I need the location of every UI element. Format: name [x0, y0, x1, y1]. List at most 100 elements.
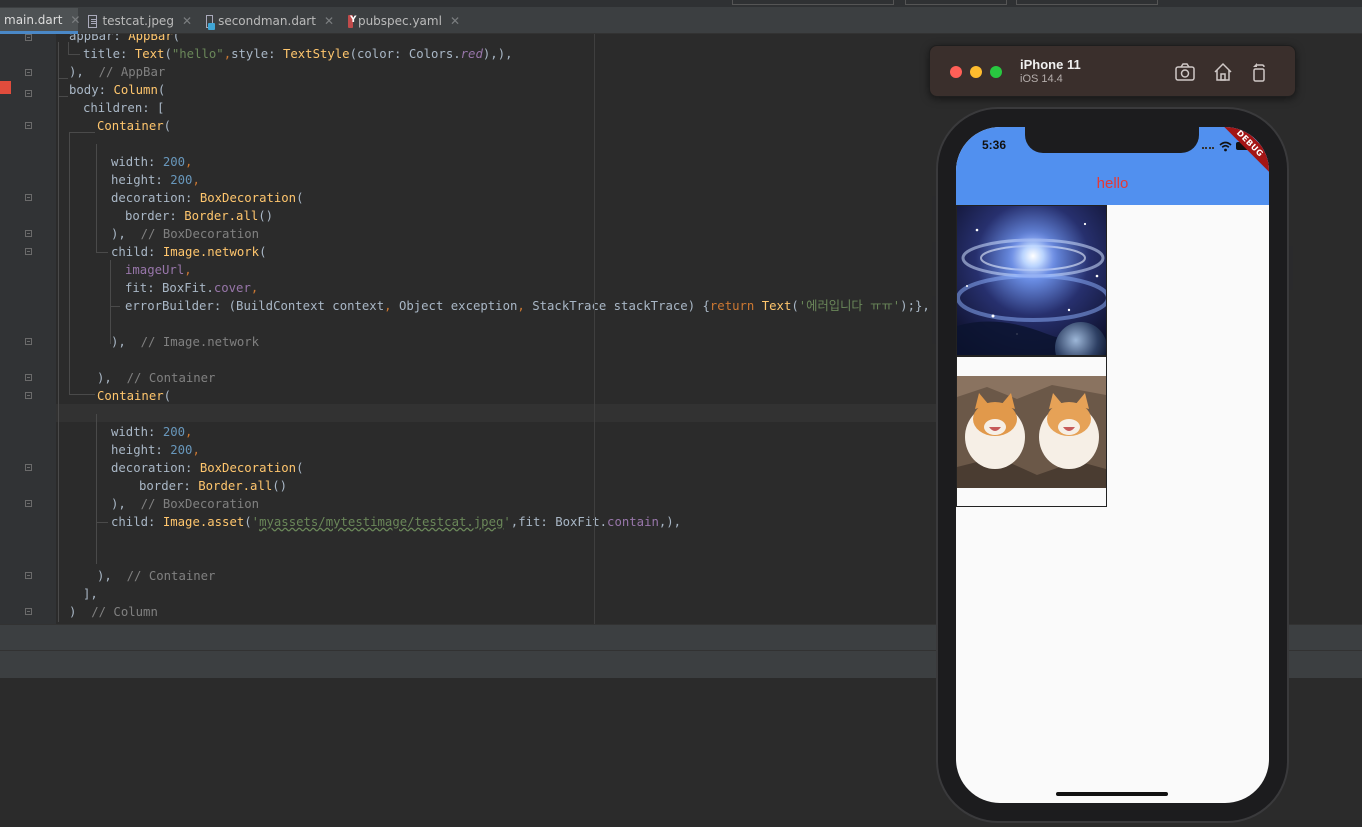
galaxy-image: [957, 206, 1106, 355]
indent-guide: [110, 306, 120, 307]
volume-up-button: [932, 242, 936, 290]
dart-file-icon: [206, 14, 216, 30]
indent-guide: [96, 252, 108, 253]
tab-label: secondman.dart: [218, 14, 316, 28]
wifi-icon: [1219, 141, 1232, 152]
indent-guide: [69, 132, 95, 133]
code-line: ), // Image.network: [111, 335, 260, 349]
phone-screen[interactable]: 5:36 hello DEBUG: [956, 127, 1269, 803]
code-line: decoration: BoxDecoration(: [111, 461, 304, 475]
code-line: ) // Column: [69, 605, 158, 619]
code-line: ],: [83, 587, 98, 601]
volume-down-button: [932, 296, 936, 344]
indent-guide: [69, 132, 70, 394]
screenshot-icon[interactable]: [1174, 61, 1196, 83]
indent-guide: [58, 96, 68, 97]
fold-icon[interactable]: [25, 608, 32, 615]
fold-icon[interactable]: [25, 338, 32, 345]
code-line: fit: BoxFit.cover,: [125, 281, 259, 295]
code-line: ), // BoxDecoration: [111, 497, 260, 511]
tab-secondman-dart[interactable]: secondman.dart ✕: [202, 8, 338, 34]
home-icon[interactable]: [1212, 61, 1234, 83]
window-close-button[interactable]: [950, 66, 962, 78]
code-line: imageUrl,: [125, 263, 192, 277]
code-line: height: 200,: [111, 173, 200, 187]
close-icon[interactable]: ✕: [182, 14, 192, 28]
code-line: child: Image.network(: [111, 245, 267, 259]
app-title: hello: [1096, 175, 1129, 192]
code-line: ), // BoxDecoration: [111, 227, 260, 241]
code-line: height: 200,: [111, 443, 200, 457]
target-dropdown[interactable]: [1016, 0, 1158, 5]
close-icon[interactable]: ✕: [450, 14, 460, 28]
os-version: iOS 14.4: [1020, 73, 1063, 85]
close-icon[interactable]: ✕: [70, 13, 80, 27]
editor-tab-bar: main.dart ✕ testcat.jpeg ✕ secondman.dar…: [0, 0, 1362, 34]
run-config-dropdown[interactable]: [732, 0, 894, 5]
code-line: title: Text("hello",style: TextStyle(col…: [83, 47, 513, 61]
fold-icon[interactable]: [25, 69, 32, 76]
code-line: ), // Container: [97, 569, 216, 583]
rotate-icon[interactable]: [1248, 61, 1270, 83]
indent-guide: [96, 414, 97, 564]
fold-icon[interactable]: [25, 230, 32, 237]
code-line: child: Image.asset('myassets/mytestimage…: [111, 515, 682, 529]
indent-guide: [110, 260, 111, 344]
fold-icon[interactable]: [25, 374, 32, 381]
code-line: appBar: AppBar(: [69, 34, 181, 43]
fold-icon[interactable]: [25, 34, 32, 41]
phone-notch: [1025, 127, 1199, 153]
code-line: errorBuilder: (BuildContext context, Obj…: [125, 299, 930, 313]
simulator-toolbar: iPhone 11 iOS 14.4: [929, 45, 1296, 97]
power-button: [1289, 246, 1293, 290]
signal-icon: [1202, 147, 1214, 151]
code-line: children: [: [83, 101, 165, 115]
current-line-highlight: [56, 404, 996, 422]
fold-icon[interactable]: [25, 194, 32, 201]
code-line: border: Border.all(): [139, 479, 288, 493]
indent-guide: [68, 54, 80, 55]
silent-switch: [932, 196, 936, 220]
indent-guide: [58, 78, 68, 79]
breakpoint-marker[interactable]: [0, 81, 11, 94]
home-indicator[interactable]: [1056, 792, 1168, 796]
image-file-icon: [88, 14, 98, 28]
fold-icon[interactable]: [25, 464, 32, 471]
device-dropdown[interactable]: [905, 0, 1007, 5]
editor-gutter[interactable]: [0, 34, 56, 624]
status-time: 5:36: [982, 138, 1007, 152]
fold-icon[interactable]: [25, 122, 32, 129]
fold-icon[interactable]: [25, 572, 32, 579]
galaxy-image-container: [956, 205, 1107, 356]
cats-image-container: [956, 356, 1107, 507]
right-margin-guide: [594, 34, 595, 624]
device-name: iPhone 11: [1020, 57, 1081, 72]
yaml-file-icon: [348, 14, 356, 28]
fold-icon[interactable]: [25, 500, 32, 507]
code-line: ), // AppBar: [69, 65, 166, 79]
tab-pubspec-yaml[interactable]: pubspec.yaml ✕: [344, 8, 464, 34]
indent-guide: [69, 394, 95, 395]
cats-image: [957, 357, 1106, 506]
fold-icon[interactable]: [25, 392, 32, 399]
code-line: decoration: BoxDecoration(: [111, 191, 304, 205]
code-line: ), // Container: [97, 371, 216, 385]
code-line: body: Column(: [69, 83, 166, 97]
fold-icon[interactable]: [25, 90, 32, 97]
tab-main-dart[interactable]: main.dart ✕: [0, 8, 80, 34]
tab-label: pubspec.yaml: [357, 14, 442, 28]
window-minimize-button[interactable]: [970, 66, 982, 78]
code-line: border: Border.all(): [125, 209, 274, 223]
code-line: width: 200,: [111, 425, 193, 439]
code-line: width: 200,: [111, 155, 193, 169]
indent-guide: [96, 522, 108, 523]
close-icon[interactable]: ✕: [324, 14, 334, 28]
tab-label: testcat.jpeg: [102, 14, 174, 28]
code-line: Container(: [97, 119, 172, 133]
code-line: Container(: [97, 389, 172, 403]
tab-testcat-jpeg[interactable]: testcat.jpeg ✕: [84, 8, 196, 34]
indent-guide: [58, 42, 59, 622]
indent-guide: [96, 144, 97, 252]
fold-icon[interactable]: [25, 248, 32, 255]
window-zoom-button[interactable]: [990, 66, 1002, 78]
